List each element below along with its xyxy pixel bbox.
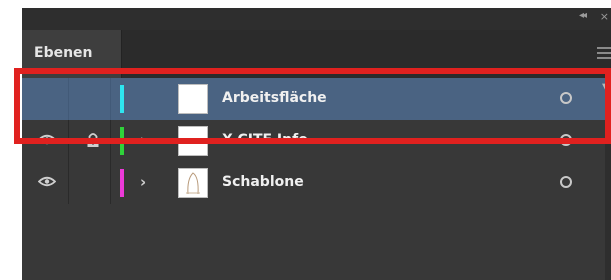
layer-name[interactable]: Arbeitsfläche: [222, 90, 327, 106]
layer-row-xcite-info[interactable]: › X-CITE Info: [22, 120, 611, 162]
collapse-arrows-icon[interactable]: ◂◂: [579, 10, 587, 21]
template-thumbnail: [178, 168, 208, 198]
layer-thumbnail: [178, 84, 208, 114]
panel-title-strip: ◂◂ ×: [22, 8, 611, 30]
page-background-top: [0, 0, 611, 8]
layer-row-schablone[interactable]: › Schablone: [22, 162, 611, 204]
layer-name[interactable]: X-CITE Info: [222, 132, 308, 148]
lock-column-divider: [110, 120, 111, 162]
scrollbar-track[interactable]: [605, 78, 611, 280]
target-circle-icon[interactable]: [560, 134, 572, 146]
visibility-column-divider: [68, 78, 69, 120]
panel-menu-icon[interactable]: [597, 47, 611, 61]
layer-row-arbeitsflaeche[interactable]: Arbeitsfläche: [22, 78, 611, 120]
layer-name[interactable]: Schablone: [222, 174, 304, 190]
eye-icon[interactable]: [38, 176, 56, 187]
template-sketch-icon: [186, 172, 200, 195]
page-background-left: [0, 0, 22, 280]
visibility-column-divider: [68, 120, 69, 162]
chevron-right-icon[interactable]: ›: [140, 173, 146, 191]
target-circle-icon[interactable]: [560, 176, 572, 188]
lock-column-divider: [110, 162, 111, 204]
scroll-up-arrow-icon[interactable]: ▼: [602, 82, 610, 93]
visibility-column-divider: [68, 162, 69, 204]
close-icon[interactable]: ×: [600, 10, 609, 23]
target-circle-icon[interactable]: [560, 92, 572, 104]
layers-panel: ◂◂ × Ebenen Arbeitsfläche › X-CITE Info …: [22, 8, 611, 280]
layer-color-bar: [120, 127, 124, 155]
layer-color-bar: [120, 85, 124, 113]
layer-color-bar: [120, 169, 124, 197]
lock-icon[interactable]: [86, 132, 100, 148]
tab-label: Ebenen: [34, 45, 93, 61]
panel-tab-bar: Ebenen: [22, 30, 611, 78]
chevron-right-icon[interactable]: ›: [140, 131, 146, 149]
tab-ebenen[interactable]: Ebenen: [22, 30, 122, 78]
eye-icon[interactable]: [38, 134, 56, 145]
lock-column-divider: [110, 78, 111, 120]
layer-thumbnail: [178, 126, 208, 156]
